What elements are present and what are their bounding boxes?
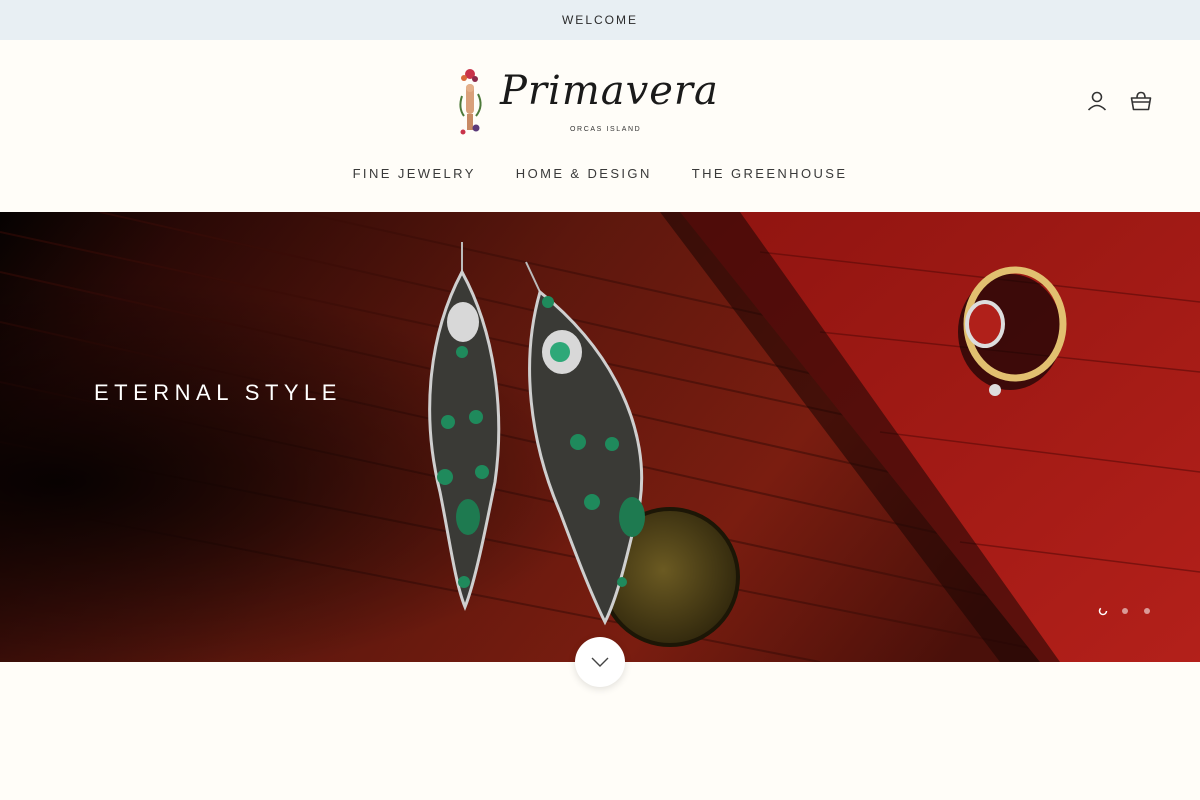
slide-dot-3[interactable] <box>1142 606 1152 616</box>
announcement-text: WELCOME <box>561 13 638 27</box>
flower-figure-icon <box>459 69 482 135</box>
brand-name: Primavera <box>500 68 719 114</box>
slide-dot-1-active[interactable] <box>1098 606 1108 616</box>
header-actions <box>1086 90 1152 112</box>
brand-logo[interactable]: Primavera ORCAS ISLAND <box>452 66 718 140</box>
brand-tagline: ORCAS ISLAND <box>570 126 642 133</box>
announcement-bar: WELCOME <box>0 0 1200 40</box>
chevron-down-icon <box>591 657 609 667</box>
hero-image <box>0 212 1200 662</box>
slide-indicators <box>1098 606 1152 616</box>
cart-icon[interactable] <box>1130 90 1152 112</box>
hero-slideshow: ETERNAL STYLE <box>0 212 1200 662</box>
nav-item-home-design[interactable]: HOME & DESIGN <box>516 166 652 181</box>
nav-item-fine-jewelry[interactable]: FINE JEWELRY <box>353 166 476 181</box>
scroll-down-button[interactable] <box>575 637 625 687</box>
site-header: Primavera ORCAS ISLAND FINE JEWELRY HOME… <box>0 40 1200 212</box>
account-icon[interactable] <box>1086 90 1108 112</box>
slide-dot-2[interactable] <box>1120 606 1130 616</box>
main-nav: FINE JEWELRY HOME & DESIGN THE GREENHOUS… <box>0 166 1200 181</box>
nav-item-greenhouse[interactable]: THE GREENHOUSE <box>692 166 848 181</box>
hero-title: ETERNAL STYLE <box>94 380 342 405</box>
